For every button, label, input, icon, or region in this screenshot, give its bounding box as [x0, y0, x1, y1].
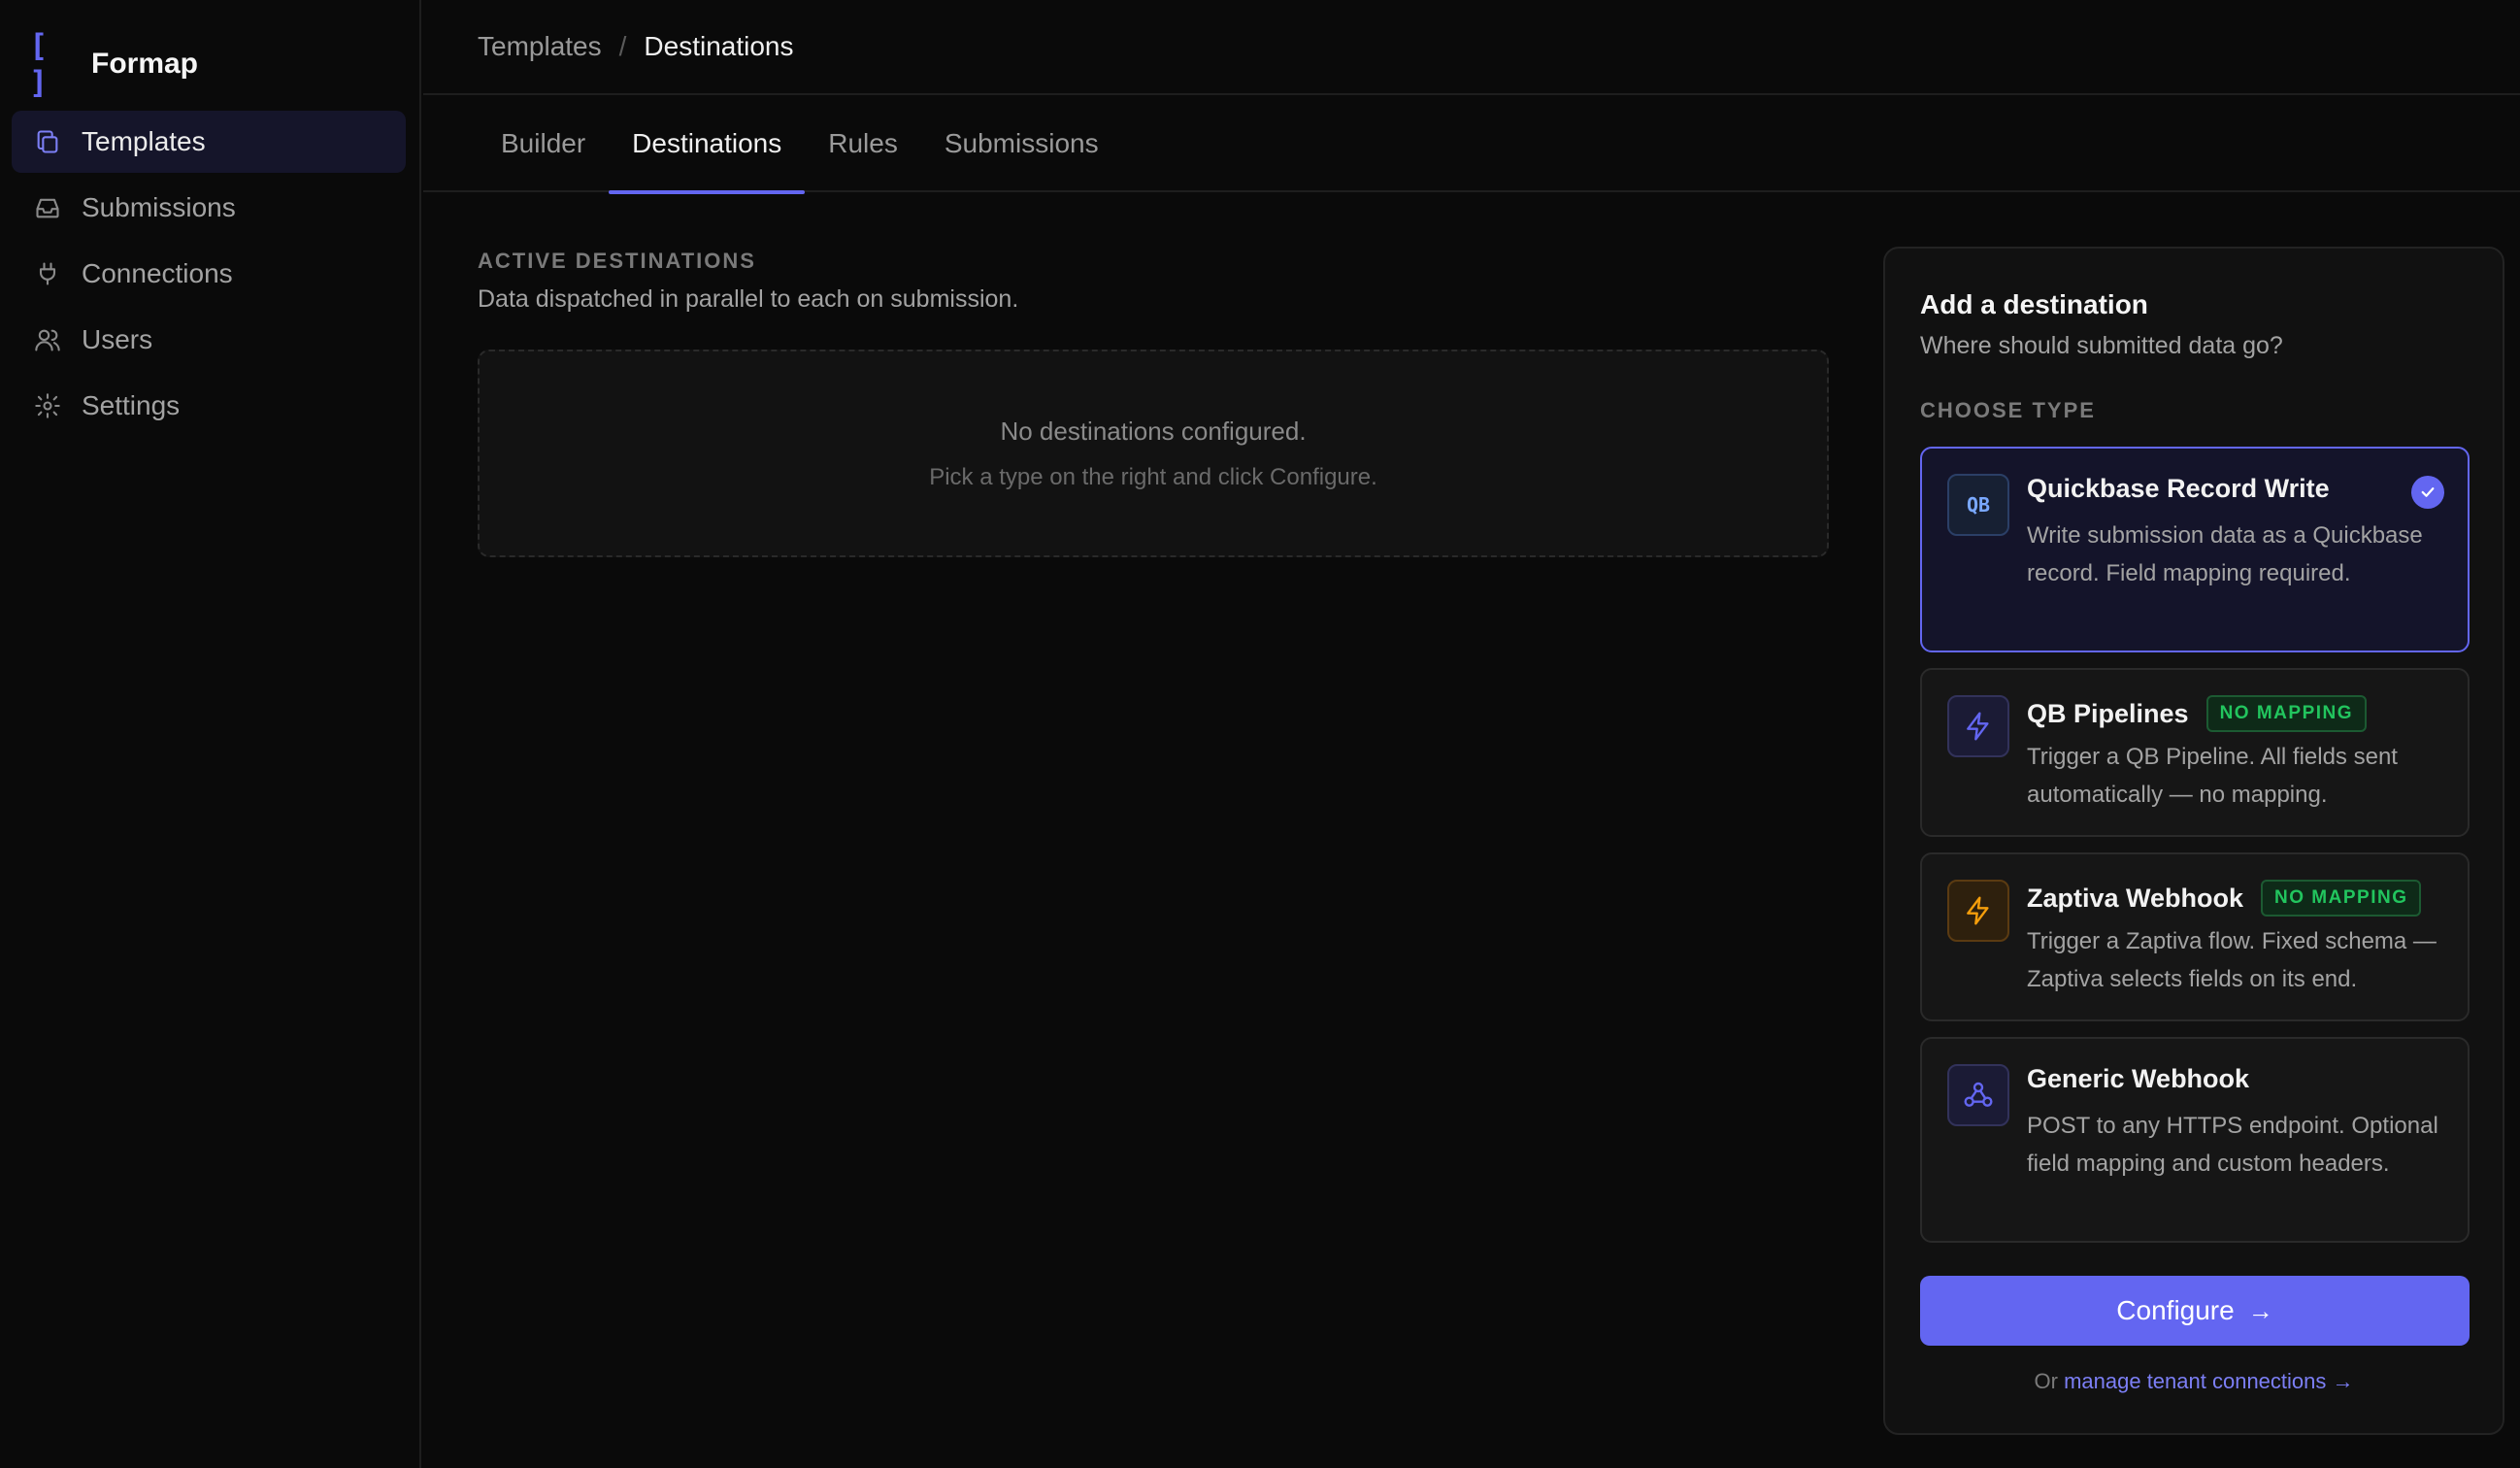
logo-mark: [ ] — [29, 27, 56, 101]
gear-icon — [33, 391, 62, 420]
check-icon — [2411, 476, 2444, 509]
active-destinations-label: ACTIVE DESTINATIONS — [478, 249, 756, 273]
option-title: Quickbase Record Write — [2027, 474, 2330, 503]
option-description: Trigger a Zaptiva flow. Fixed schema — Z… — [2027, 928, 2437, 992]
option-zaptiva-webhook[interactable]: Zaptiva Webhook NO MAPPING Trigger a Zap… — [1920, 852, 2470, 1021]
empty-state-hint: Pick a type on the right and click Confi… — [929, 463, 1377, 490]
webhook-icon — [1947, 1064, 2009, 1126]
panel-subtitle: Where should submitted data go? — [1920, 332, 2283, 359]
sidebar-item-label: Settings — [82, 390, 181, 420]
tab-rules[interactable]: Rules — [805, 95, 921, 192]
bolt-icon — [1947, 695, 2009, 757]
empty-state-title: No destinations configured. — [1000, 416, 1307, 446]
panel-title: Add a destination — [1920, 289, 2148, 319]
tab-bar: Builder Destinations Rules Submissions — [423, 95, 2520, 194]
option-title: Zaptiva Webhook — [2027, 883, 2244, 913]
footer-prefix: Or — [2034, 1369, 2058, 1393]
sidebar-item-users[interactable]: Users — [12, 309, 406, 371]
sidebar-item-label: Submissions — [82, 192, 236, 222]
sidebar-item-settings[interactable]: Settings — [12, 375, 406, 437]
sidebar-item-templates[interactable]: Templates — [12, 111, 406, 173]
app-name: Formap — [91, 48, 199, 80]
option-qb-pipelines[interactable]: QB Pipelines NO MAPPING Trigger a QB Pip… — [1920, 668, 2470, 837]
active-destinations-description: Data dispatched in parallel to each on s… — [478, 285, 1019, 313]
tab-submissions[interactable]: Submissions — [921, 95, 1122, 192]
plug-icon — [33, 259, 62, 288]
users-icon — [33, 325, 62, 354]
bolt-icon — [1947, 880, 2009, 942]
option-title: QB Pipelines — [2027, 698, 2189, 728]
breadcrumb-current: Destinations — [644, 31, 794, 61]
app-window: [ ] Formap Templates Submissions Connect… — [0, 0, 2520, 1468]
sidebar-item-label: Connections — [82, 258, 233, 288]
option-title: Generic Webhook — [2027, 1064, 2250, 1093]
option-generic-webhook[interactable]: Generic Webhook POST to any HTTPS endpoi… — [1920, 1037, 2470, 1243]
breadcrumb-templates-link[interactable]: Templates — [478, 31, 602, 62]
add-destination-panel: Add a destination Where should submitted… — [1883, 247, 2504, 1435]
breadcrumb-separator: / — [618, 31, 627, 61]
logo[interactable]: [ ] Formap — [29, 27, 198, 101]
empty-destinations-box: No destinations configured. Pick a type … — [478, 350, 1829, 557]
footer-note: Or manage tenant connections → — [1885, 1369, 2503, 1394]
sidebar-item-label: Templates — [82, 126, 206, 156]
sidebar-item-label: Users — [82, 324, 153, 354]
option-description: POST to any HTTPS endpoint. Optional fie… — [2027, 1113, 2438, 1177]
option-quickbase-record-write[interactable]: QB Quickbase Record Write Write submissi… — [1920, 447, 2470, 652]
breadcrumb: Templates / Destinations — [423, 0, 2520, 95]
option-description: Write submission data as a Quickbase rec… — [2027, 522, 2423, 586]
manage-tenant-connections-link[interactable]: manage tenant connections → — [2064, 1369, 2353, 1393]
arrow-right-icon: → — [2247, 1295, 2273, 1325]
option-description: Trigger a QB Pipeline. All fields sent a… — [2027, 744, 2398, 808]
sidebar-item-submissions[interactable]: Submissions — [12, 177, 406, 239]
no-mapping-badge: NO MAPPING — [2261, 880, 2422, 917]
tab-builder[interactable]: Builder — [478, 95, 609, 192]
no-mapping-badge: NO MAPPING — [2205, 695, 2368, 732]
choose-type-label: CHOOSE TYPE — [1920, 398, 2096, 422]
copy-icon — [33, 127, 62, 156]
configure-label: Configure — [2116, 1295, 2235, 1325]
sidebar-nav: Templates Submissions Connections Users — [12, 111, 406, 441]
sidebar: [ ] Formap Templates Submissions Connect… — [0, 0, 421, 1468]
sidebar-item-connections[interactable]: Connections — [12, 243, 406, 305]
inbox-icon — [33, 193, 62, 222]
configure-button[interactable]: Configure → — [1920, 1276, 2470, 1346]
quickbase-icon: QB — [1947, 474, 2009, 536]
tab-destinations[interactable]: Destinations — [609, 95, 806, 194]
